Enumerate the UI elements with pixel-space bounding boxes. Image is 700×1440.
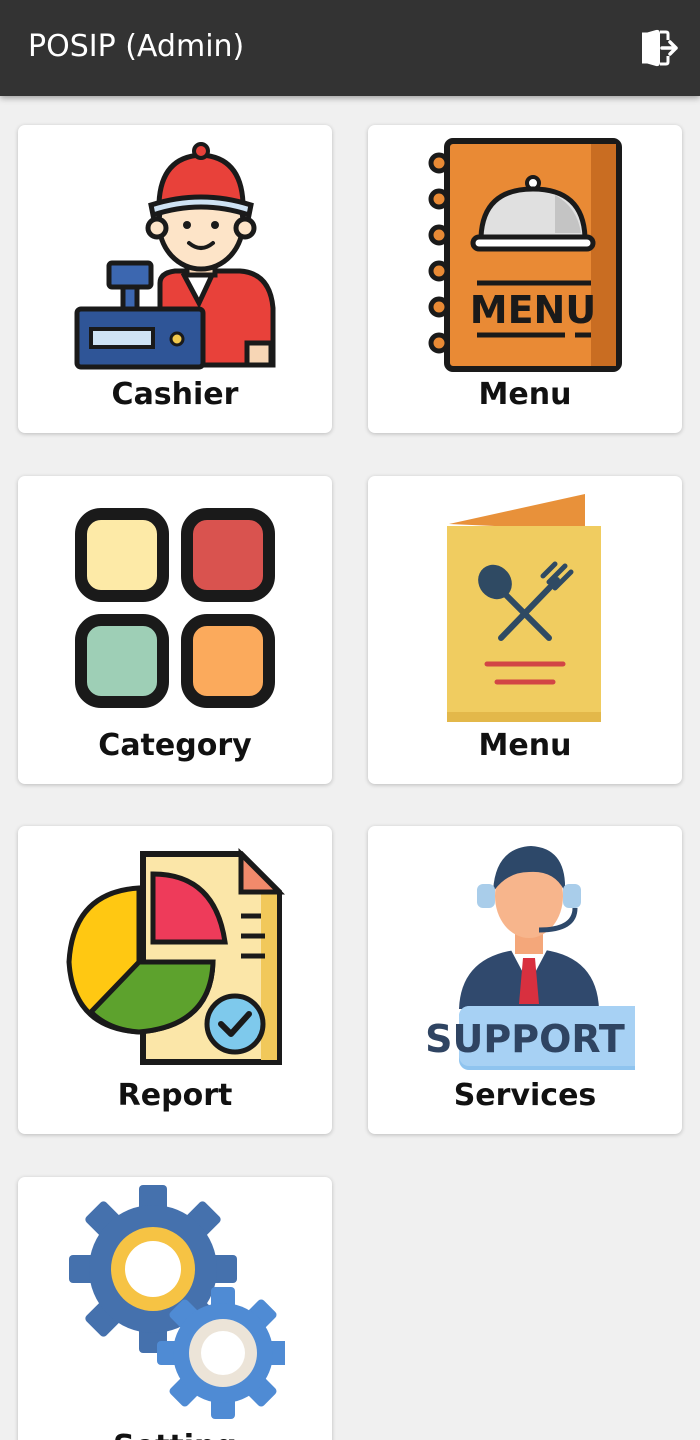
tile-label: Menu — [478, 377, 572, 412]
support-agent-icon: SUPPORT — [415, 834, 682, 1074]
tile-label: Services — [453, 1078, 597, 1113]
menu-book-icon: MENU — [415, 133, 635, 373]
category-grid-icon — [65, 484, 285, 724]
cashier-icon — [65, 133, 285, 373]
tile-label: Category — [98, 728, 252, 763]
tile-label: Setting — [18, 1429, 332, 1440]
tile-services[interactable]: SUPPORT Services — [368, 826, 682, 1134]
tile-label: Menu — [478, 728, 572, 763]
page-title: POSIP (Admin) — [28, 29, 245, 64]
app-bar: POSIP (Admin) — [0, 0, 700, 96]
tile-menu-book[interactable]: MENU Menu — [368, 125, 682, 433]
tile-report[interactable]: Report — [18, 826, 332, 1134]
tile-label: Report — [117, 1078, 233, 1113]
svg-text:MENU: MENU — [470, 288, 596, 332]
tile-menu-card[interactable]: Menu — [368, 476, 682, 784]
gears-icon — [65, 1185, 289, 1425]
tile-cashier[interactable]: Cashier — [18, 125, 332, 433]
tile-setting[interactable]: Setting — [18, 1177, 332, 1440]
report-chart-icon — [65, 834, 286, 1074]
svg-text:SUPPORT: SUPPORT — [425, 1017, 625, 1061]
tile-label: Cashier — [111, 377, 239, 412]
menu-card-icon — [415, 484, 635, 724]
tile-category[interactable]: Category — [18, 476, 332, 784]
logout-icon[interactable] — [636, 26, 680, 70]
